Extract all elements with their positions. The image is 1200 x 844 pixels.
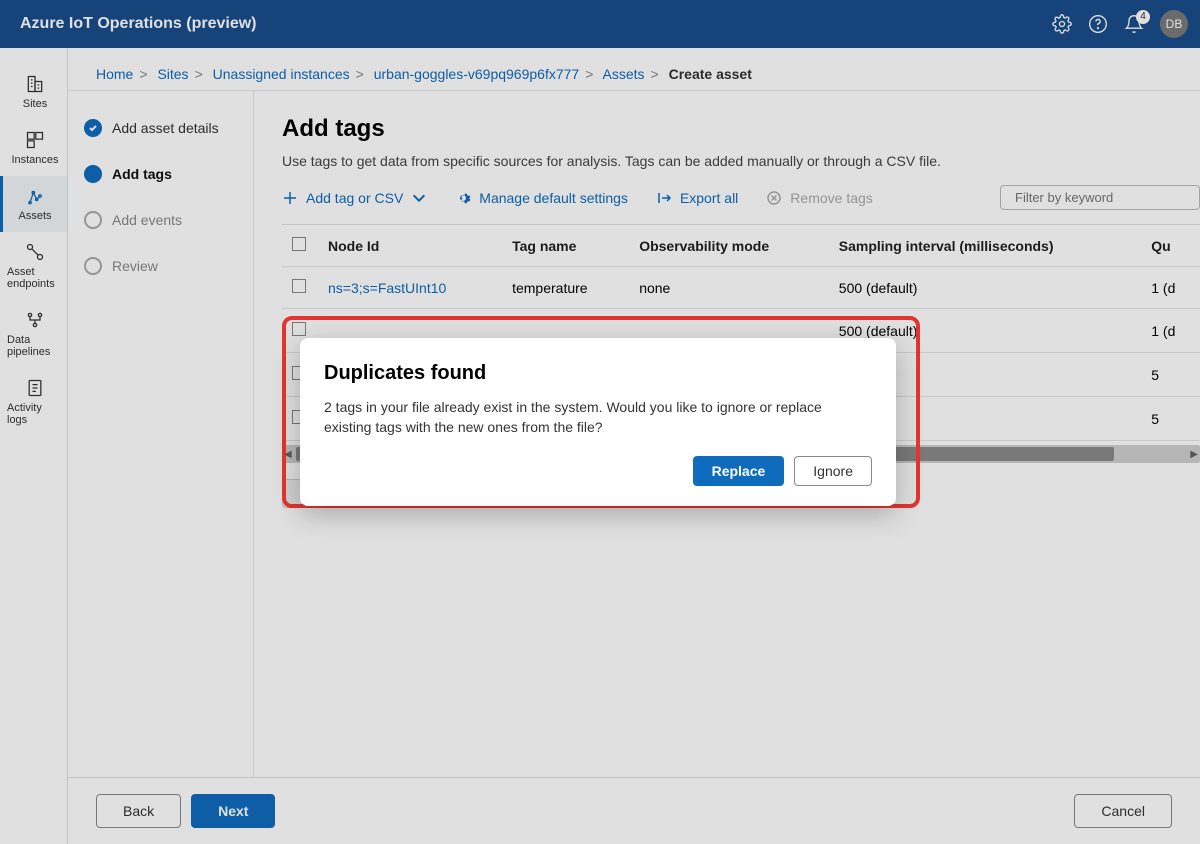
notifications-icon[interactable]: 4	[1124, 14, 1144, 34]
filter-input[interactable]	[1015, 190, 1191, 205]
scroll-right-icon[interactable]: ▶	[1190, 449, 1198, 460]
app-title: Azure IoT Operations (preview)	[20, 15, 256, 33]
endpoints-icon	[25, 242, 45, 262]
row-checkbox[interactable]	[292, 322, 306, 336]
col-observability[interactable]: Observability mode	[629, 225, 829, 267]
export-all-button[interactable]: Export all	[656, 190, 738, 206]
scroll-left-icon[interactable]: ◀	[284, 449, 292, 460]
page-description: Use tags to get data from specific sourc…	[282, 153, 1200, 169]
step-add-tags[interactable]: Add tags	[84, 165, 237, 183]
page-title: Add tags	[282, 115, 1200, 143]
crumb-home[interactable]: Home	[96, 66, 133, 82]
assets-icon	[25, 186, 45, 206]
dialog-body: 2 tags in your file already exist in the…	[324, 397, 872, 438]
queue-cell: 5	[1141, 397, 1200, 441]
toolbar: Add tag or CSV Manage default settings E…	[282, 185, 1200, 225]
remove-tags-button: Remove tags	[766, 190, 872, 206]
dialog-title: Duplicates found	[324, 362, 872, 385]
col-tag-name[interactable]: Tag name	[502, 225, 629, 267]
tag-cell: temperature	[502, 267, 629, 309]
rail-instances[interactable]: Instances	[0, 120, 67, 176]
manage-defaults-button[interactable]: Manage default settings	[455, 190, 628, 206]
step-add-events[interactable]: Add events	[84, 211, 237, 229]
chevron-down-icon	[411, 190, 427, 206]
crumb-sites[interactable]: Sites	[157, 66, 188, 82]
select-all-checkbox[interactable]	[292, 237, 306, 251]
building-icon	[25, 74, 45, 94]
node-cell[interactable]: ns=3;s=FastUInt10	[328, 280, 446, 296]
crumb-current: Create asset	[669, 66, 752, 82]
queue-cell: 1 (d	[1141, 267, 1200, 309]
crumb-instance[interactable]: urban-goggles-v69pq969p6fx777	[374, 66, 580, 82]
row-checkbox[interactable]	[292, 279, 306, 293]
pipelines-icon	[25, 310, 45, 330]
help-icon[interactable]	[1088, 14, 1108, 34]
rail-sites[interactable]: Sites	[0, 64, 67, 120]
table-row[interactable]: ns=3;s=FastUInt10 temperature none 500 (…	[282, 267, 1200, 309]
instances-icon	[25, 130, 45, 150]
notifications-badge: 4	[1136, 10, 1150, 24]
queue-cell: 5	[1141, 353, 1200, 397]
nav-rail: Sites Instances Assets Asset endpoints D…	[0, 48, 68, 844]
queue-cell: 1 (d	[1141, 309, 1200, 353]
export-icon	[656, 190, 672, 206]
cancel-button[interactable]: Cancel	[1074, 794, 1172, 828]
col-queue[interactable]: Qu	[1141, 225, 1200, 267]
plus-icon	[282, 190, 298, 206]
next-button[interactable]: Next	[191, 794, 275, 828]
step-asset-details[interactable]: Add asset details	[84, 119, 237, 137]
rail-activity-logs[interactable]: Activity logs	[0, 368, 67, 436]
wizard-steps: Add asset details Add tags Add events Re…	[68, 91, 254, 777]
rail-assets[interactable]: Assets	[0, 176, 67, 232]
col-sampling-interval[interactable]: Sampling interval (milliseconds)	[829, 225, 1141, 267]
duplicates-dialog: Duplicates found 2 tags in your file alr…	[300, 338, 896, 506]
remove-icon	[766, 190, 782, 206]
crumb-assets[interactable]: Assets	[603, 66, 645, 82]
rail-data-pipelines[interactable]: Data pipelines	[0, 300, 67, 368]
add-tag-button[interactable]: Add tag or CSV	[282, 190, 427, 206]
breadcrumb: Home> Sites> Unassigned instances> urban…	[68, 48, 1200, 91]
logs-icon	[25, 378, 45, 398]
obs-cell: none	[629, 267, 829, 309]
replace-button[interactable]: Replace	[693, 456, 785, 486]
rail-asset-endpoints[interactable]: Asset endpoints	[0, 232, 67, 300]
top-header: Azure IoT Operations (preview) 4 DB	[0, 0, 1200, 48]
settings-icon[interactable]	[1052, 14, 1072, 34]
wizard-footer: Back Next Cancel	[68, 777, 1200, 844]
crumb-unassigned[interactable]: Unassigned instances	[213, 66, 350, 82]
back-button[interactable]: Back	[96, 794, 181, 828]
ignore-button[interactable]: Ignore	[794, 456, 872, 486]
filter-input-wrap[interactable]	[1000, 185, 1200, 210]
avatar[interactable]: DB	[1160, 10, 1188, 38]
interval-cell: 500 (default)	[829, 267, 1141, 309]
col-node-id[interactable]: Node Id	[318, 225, 502, 267]
gear-icon	[455, 190, 471, 206]
step-review[interactable]: Review	[84, 257, 237, 275]
